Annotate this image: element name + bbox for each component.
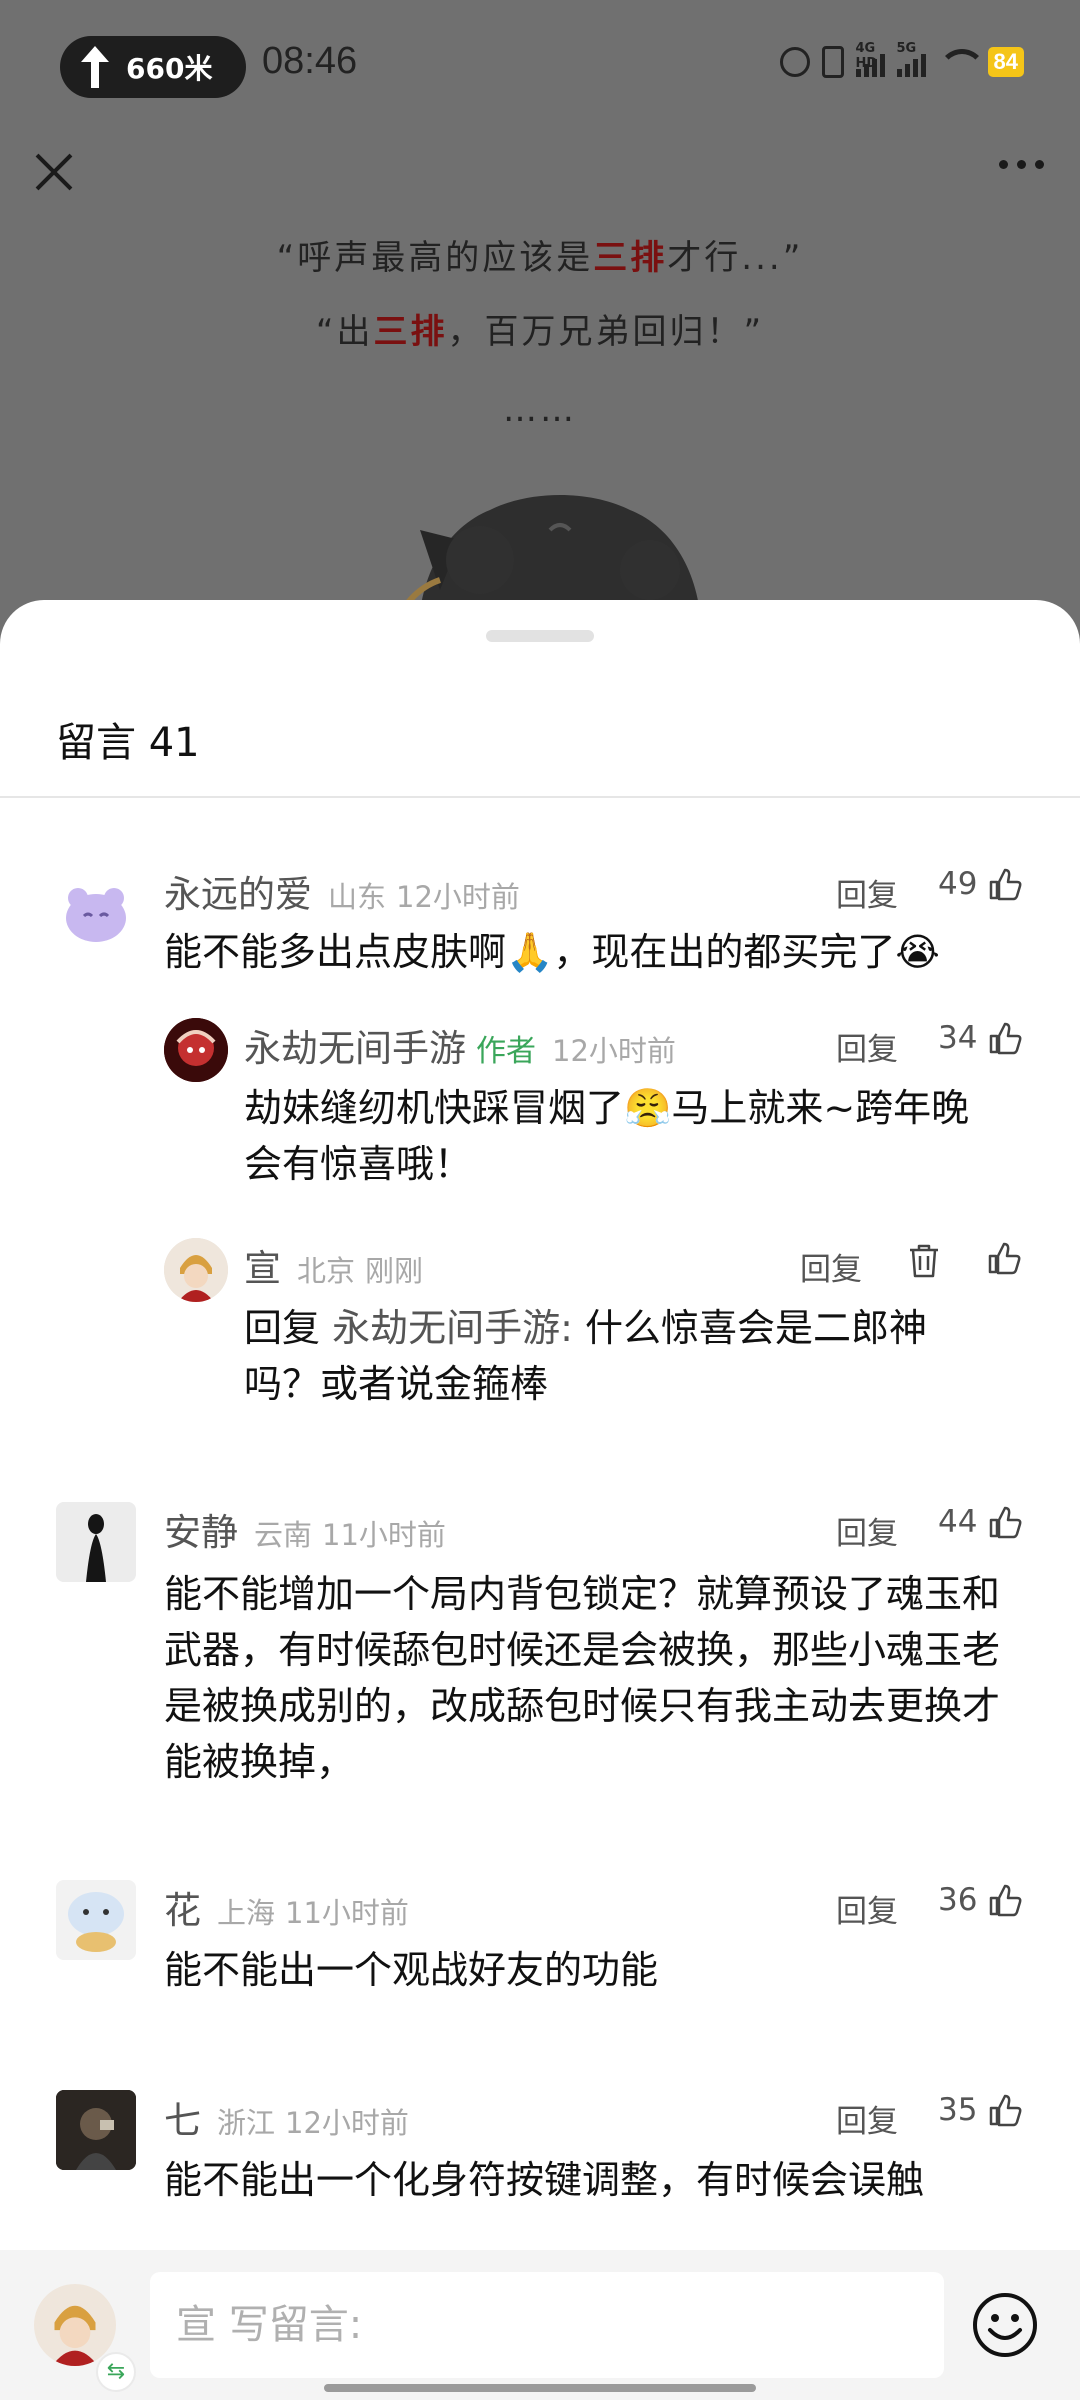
comment-author[interactable]: 永远的爱 山东 12小时前: [164, 864, 520, 918]
trash-icon[interactable]: [906, 1242, 942, 1280]
comment-author[interactable]: 永劫无间手游 作者 12小时前: [244, 1018, 676, 1072]
swap-icon[interactable]: ⇆: [96, 2352, 136, 2392]
comment-input[interactable]: [150, 2272, 944, 2378]
nav-distance: 660米: [126, 52, 213, 85]
like-button[interactable]: 44: [938, 1504, 1023, 1540]
comment-time: 刚刚: [365, 1254, 424, 1288]
like-button[interactable]: 34: [938, 1020, 1023, 1056]
avatar[interactable]: [164, 1018, 228, 1082]
article-quote-1: “呼声最高的应该是三排才行...”: [276, 238, 804, 278]
avatar[interactable]: [56, 870, 136, 950]
article-background: 660米 08:46 4G HD 5G 84 “呼声最高的应该是三排才行...”…: [0, 0, 1080, 670]
system-icons: 4G HD 5G 84: [779, 41, 1024, 78]
like-count: 36: [938, 1882, 978, 1918]
comment-location: 北京: [297, 1254, 356, 1288]
thumbs-up-icon: [990, 1506, 1022, 1539]
comment-text: 能不能出一个化身符按键调整，有时候会误触: [164, 2158, 925, 2202]
home-indicator[interactable]: [324, 2384, 756, 2392]
divider: [0, 796, 1080, 798]
navigation-pill[interactable]: 660米: [60, 36, 246, 98]
like-count: 49: [938, 866, 978, 902]
like-count: 34: [938, 1020, 978, 1056]
avatar[interactable]: [56, 1880, 136, 1960]
reply-button[interactable]: 回复: [836, 1508, 898, 1553]
thumbs-up-icon: [990, 2094, 1022, 2127]
comment-time: 12小时前: [552, 1034, 676, 1068]
comment-time: 11小时前: [322, 1518, 446, 1552]
comment-author[interactable]: 七浙江 12小时前: [164, 2090, 409, 2144]
thumbs-up-icon: [990, 868, 1022, 901]
comment-location: 上海: [217, 1896, 276, 1930]
comment-author[interactable]: 花上海 11小时前: [164, 1880, 409, 1934]
comments-sheet: 留言 41 永远的爱 山东 12小时前 回复 49 能不能多出点皮肤啊🙏，现在出的都…: [0, 600, 1080, 2400]
comment-time: 11小时前: [285, 1896, 409, 1930]
like-button[interactable]: 49: [938, 866, 1023, 902]
vibrate-icon: [821, 46, 844, 78]
like-button[interactable]: 36: [938, 1882, 1023, 1918]
comment-location: 云南: [254, 1518, 313, 1552]
comment-text: 回复 永劫无间手游: 什么惊喜会是二郎神 吗？或者说金箍棒: [244, 1306, 927, 1406]
comment-text: 劫妹缝纫机快踩冒烟了😤马上就来~跨年晚 会有惊喜哦！: [244, 1086, 970, 1186]
like-button[interactable]: [986, 1240, 1022, 1276]
thumbs-up-icon: [990, 1884, 1022, 1917]
close-icon[interactable]: [30, 148, 78, 196]
current-user-avatar[interactable]: [34, 2284, 116, 2366]
signal-icon-1: 4G HD: [855, 41, 885, 77]
comment-author[interactable]: 宣北京 刚刚: [244, 1238, 423, 1292]
author-badge: 作者: [476, 1034, 536, 1069]
comments-title: 留言 41: [56, 720, 200, 766]
avatar[interactable]: [56, 1502, 136, 1582]
like-count: 35: [938, 2092, 978, 2128]
up-arrow-icon: [78, 46, 112, 88]
alarm-icon: [779, 47, 810, 77]
wifi-icon: [937, 47, 986, 77]
reply-button[interactable]: 回复: [836, 1886, 898, 1931]
article-quote-2: “出三排，百万兄弟回归！”: [315, 312, 765, 352]
comment-location: 山东: [328, 880, 387, 914]
thumbs-up-icon: [988, 1242, 1021, 1275]
reply-button[interactable]: 回复: [800, 1244, 862, 1289]
clock: 08:46: [262, 40, 358, 82]
mention-link[interactable]: 永劫无间手游:: [332, 1306, 573, 1350]
comment-time: 12小时前: [285, 2106, 409, 2140]
thumbs-up-icon: [990, 1022, 1022, 1055]
sheet-drag-handle[interactable]: [486, 630, 594, 642]
more-icon[interactable]: [999, 160, 1044, 169]
like-button[interactable]: 35: [938, 2092, 1023, 2128]
comment-composer: ⇆: [0, 2250, 1080, 2400]
comment-text: 能不能多出点皮肤啊🙏，现在出的都买完了😭: [164, 930, 940, 974]
comment-text: 能不能出一个观战好友的功能: [164, 1948, 659, 1992]
reply-button[interactable]: 回复: [836, 1024, 898, 1069]
comment-time: 12小时前: [396, 880, 520, 914]
signal-icon-2: 5G: [896, 41, 926, 77]
article-ellipsis: ……: [503, 390, 577, 430]
reply-button[interactable]: 回复: [836, 2096, 898, 2141]
battery-indicator: 84: [987, 47, 1024, 77]
smiley-icon[interactable]: [970, 2290, 1040, 2360]
status-bar: 660米 08:46 4G HD 5G 84: [0, 0, 1080, 130]
reply-button[interactable]: 回复: [836, 870, 898, 915]
comment-text: 能不能增加一个局内背包锁定？就算预设了魂玉和武器，有时候舔包时候还是会被换，那些…: [164, 1572, 1001, 1784]
like-count: 44: [938, 1504, 978, 1540]
avatar[interactable]: [164, 1238, 228, 1302]
avatar[interactable]: [56, 2090, 136, 2170]
comment-author[interactable]: 安静 云南 11小时前: [164, 1502, 446, 1556]
comment-location: 浙江: [217, 2106, 276, 2140]
